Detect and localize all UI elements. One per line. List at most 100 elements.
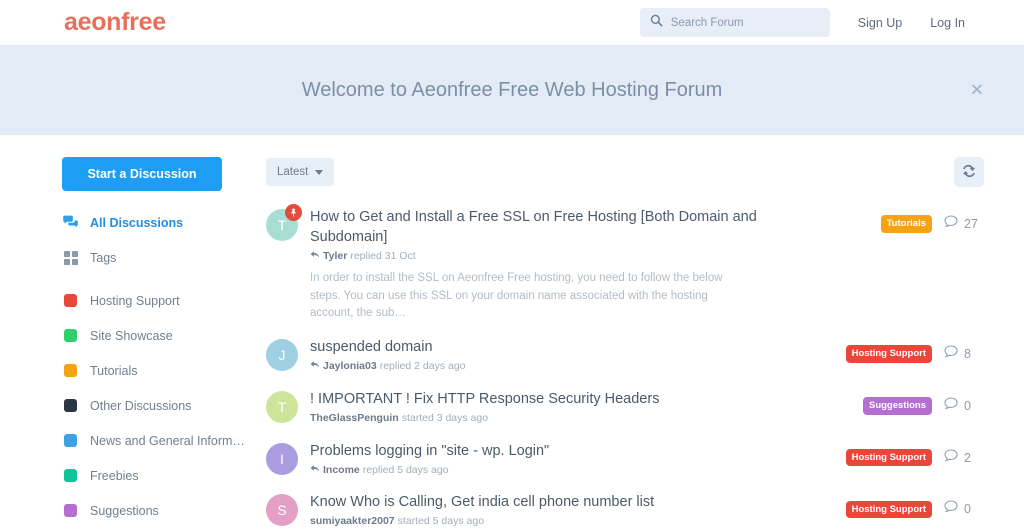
discussion-author[interactable]: Jaylonia03 bbox=[323, 359, 377, 375]
refresh-button[interactable] bbox=[954, 157, 984, 187]
sidebar-tag-suggestions[interactable]: Suggestions bbox=[62, 498, 260, 523]
sidebar-tag-label: Other Discussions bbox=[90, 398, 192, 413]
comment-count: 8 bbox=[944, 345, 984, 363]
list-toolbar: Latest bbox=[266, 157, 984, 187]
search-input[interactable] bbox=[670, 16, 820, 29]
search-box[interactable] bbox=[639, 8, 830, 37]
discussion-badges: Hosting Support 2 bbox=[824, 441, 984, 467]
sidebar-item-label: All Discussions bbox=[90, 215, 184, 230]
discussion-title[interactable]: Know Who is Calling, Get india cell phon… bbox=[310, 492, 810, 512]
sidebar-tag-hosting-support[interactable]: Hosting Support bbox=[62, 288, 260, 313]
discussion-row[interactable]: I Problems logging in "site - wp. Login"… bbox=[266, 435, 984, 487]
discussion-row[interactable]: T How to Get and Install a Free SSL on F… bbox=[266, 201, 984, 331]
discussion-meta: Income replied 5 days ago bbox=[310, 463, 810, 479]
discussion-title[interactable]: suspended domain bbox=[310, 337, 810, 357]
sidebar-divider bbox=[62, 280, 260, 288]
close-icon[interactable]: ✕ bbox=[970, 82, 984, 99]
discussion-meta: sumiyaakter2007 started 5 days ago bbox=[310, 514, 810, 530]
page-body: Start a Discussion All Discussions Tags bbox=[0, 135, 1024, 531]
discussion-badges: Hosting Support 8 bbox=[824, 337, 984, 363]
discussion-badges: Hosting Support 0 bbox=[824, 492, 984, 519]
discussion-title[interactable]: ! IMPORTANT ! Fix HTTP Response Security… bbox=[310, 389, 810, 409]
status-badge[interactable]: Hosting Support bbox=[845, 500, 932, 519]
discussion-author[interactable]: Tyler bbox=[323, 249, 347, 265]
tag-color-swatch bbox=[62, 329, 79, 342]
avatar-wrapper: I bbox=[266, 441, 310, 475]
discussion-action: started 3 days ago bbox=[401, 411, 489, 424]
comment-bubble-icon bbox=[944, 345, 958, 363]
comment-bubble-icon bbox=[944, 449, 958, 467]
comment-count-value: 2 bbox=[964, 450, 971, 465]
sidebar-tag-label: Suggestions bbox=[90, 503, 159, 518]
pin-icon bbox=[285, 204, 302, 221]
discussion-author[interactable]: TheGlassPenguin bbox=[310, 411, 399, 427]
status-badge[interactable]: Suggestions bbox=[862, 397, 932, 415]
comment-count: 0 bbox=[944, 397, 984, 415]
comment-count-value: 0 bbox=[964, 398, 971, 413]
reply-arrow-icon bbox=[310, 359, 320, 375]
comment-count: 27 bbox=[944, 215, 984, 233]
comment-bubble-icon bbox=[944, 397, 958, 415]
status-badge[interactable]: Tutorials bbox=[880, 215, 932, 233]
comment-bubble-icon bbox=[944, 215, 958, 233]
discussion-badges: Tutorials 27 bbox=[824, 207, 984, 233]
avatar[interactable]: I bbox=[266, 442, 298, 475]
avatar[interactable]: S bbox=[266, 494, 298, 527]
sidebar-tag-news-and-general-information[interactable]: News and General Inform… bbox=[62, 428, 260, 453]
sidebar-item-all-discussions[interactable]: All Discussions bbox=[62, 210, 260, 235]
tag-color-swatch bbox=[62, 434, 79, 447]
tag-color-swatch bbox=[62, 399, 79, 412]
avatar-wrapper: J bbox=[266, 337, 310, 372]
sort-dropdown-label: Latest bbox=[277, 166, 309, 178]
discussion-author[interactable]: Income bbox=[323, 463, 360, 479]
discussion-excerpt: In order to install the SSL on Aeonfree … bbox=[310, 271, 723, 320]
avatar[interactable]: T bbox=[266, 390, 298, 423]
discussion-author[interactable]: sumiyaakter2007 bbox=[310, 514, 395, 530]
avatar-wrapper: T bbox=[266, 204, 310, 241]
discussion-action: started 5 days ago bbox=[397, 515, 485, 528]
sidebar: Start a Discussion All Discussions Tags bbox=[62, 157, 260, 531]
header-actions: Sign Up Log In bbox=[639, 8, 979, 37]
discussions-icon bbox=[62, 215, 79, 230]
status-badge[interactable]: Hosting Support bbox=[845, 448, 932, 467]
discussion-row[interactable]: S Know Who is Calling, Get india cell ph… bbox=[266, 486, 984, 531]
discussion-row[interactable]: T ! IMPORTANT ! Fix HTTP Response Securi… bbox=[266, 383, 984, 435]
discussion-row[interactable]: J suspended domain Jaylonia03 replied 2 … bbox=[266, 331, 984, 383]
tag-color-swatch bbox=[62, 364, 79, 377]
comment-count-value: 0 bbox=[964, 502, 971, 517]
status-badge[interactable]: Hosting Support bbox=[845, 345, 932, 363]
tags-grid-icon bbox=[62, 250, 79, 265]
discussion-title[interactable]: How to Get and Install a Free SSL on Fre… bbox=[310, 207, 810, 247]
welcome-banner: Welcome to Aeonfree Free Web Hosting For… bbox=[0, 45, 1024, 135]
tag-color-swatch bbox=[62, 469, 79, 482]
start-a-discussion-button[interactable]: Start a Discussion bbox=[62, 157, 222, 191]
comment-count-value: 27 bbox=[964, 217, 978, 231]
avatar-wrapper: S bbox=[266, 492, 310, 527]
sidebar-item-tags[interactable]: Tags bbox=[62, 245, 260, 270]
discussion-main: suspended domain Jaylonia03 replied 2 da… bbox=[310, 337, 824, 375]
refresh-icon bbox=[962, 164, 976, 181]
sign-up-link[interactable]: Sign Up bbox=[844, 16, 916, 30]
avatar-wrapper: T bbox=[266, 389, 310, 423]
discussion-meta: Jaylonia03 replied 2 days ago bbox=[310, 359, 810, 375]
sidebar-tag-tutorials[interactable]: Tutorials bbox=[62, 358, 260, 383]
discussion-main: How to Get and Install a Free SSL on Fre… bbox=[310, 207, 824, 323]
avatar[interactable]: J bbox=[266, 339, 298, 372]
sidebar-tag-other-discussions[interactable]: Other Discussions bbox=[62, 393, 260, 418]
discussion-meta: TheGlassPenguin started 3 days ago bbox=[310, 411, 810, 427]
discussion-list-panel: Latest T How to Get and Install a Free S… bbox=[260, 157, 984, 531]
site-logo[interactable]: aeonfree bbox=[64, 10, 166, 35]
comment-count: 0 bbox=[944, 500, 984, 518]
sidebar-tag-site-showcase[interactable]: Site Showcase bbox=[62, 323, 260, 348]
sidebar-tag-label: Freebies bbox=[90, 468, 139, 483]
sort-dropdown[interactable]: Latest bbox=[266, 158, 335, 186]
sidebar-tag-label: Site Showcase bbox=[90, 328, 173, 343]
discussion-main: Problems logging in "site - wp. Login" I… bbox=[310, 441, 824, 479]
reply-arrow-icon bbox=[310, 463, 320, 479]
discussion-main: ! IMPORTANT ! Fix HTTP Response Security… bbox=[310, 389, 824, 427]
log-in-link[interactable]: Log In bbox=[916, 16, 979, 30]
discussion-title[interactable]: Problems logging in "site - wp. Login" bbox=[310, 441, 810, 461]
sidebar-tag-freebies[interactable]: Freebies bbox=[62, 463, 260, 488]
comment-count: 2 bbox=[944, 449, 984, 467]
sidebar-tag-label: Hosting Support bbox=[90, 293, 180, 308]
